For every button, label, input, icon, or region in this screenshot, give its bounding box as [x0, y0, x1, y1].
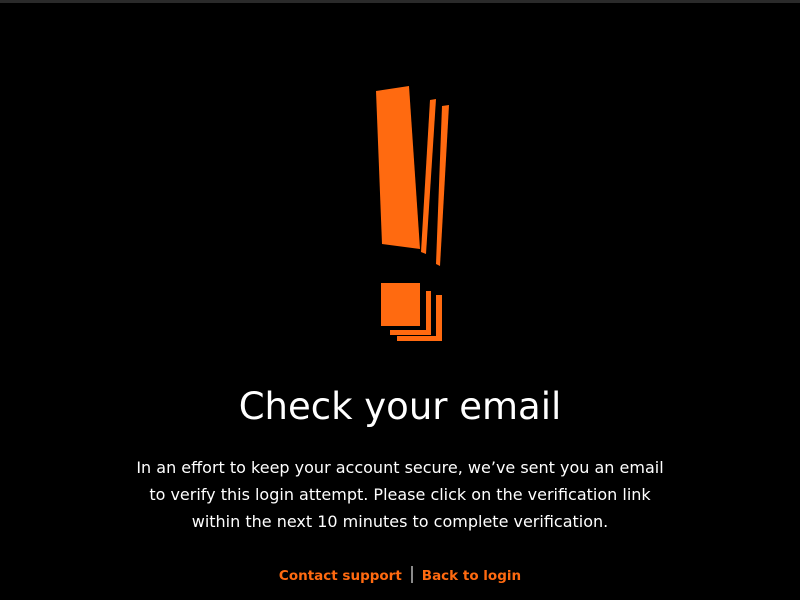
contact-support-link[interactable]: Contact support: [279, 568, 402, 584]
verification-message: In an effort to keep your account secure…: [136, 458, 664, 531]
page-title: Check your email: [238, 385, 562, 428]
footer-links: Contact support Back to login: [0, 564, 800, 588]
top-border: [0, 0, 800, 3]
link-separator: [410, 566, 413, 583]
exclamation-icon: [368, 84, 458, 346]
back-to-login-link[interactable]: Back to login: [422, 568, 521, 584]
